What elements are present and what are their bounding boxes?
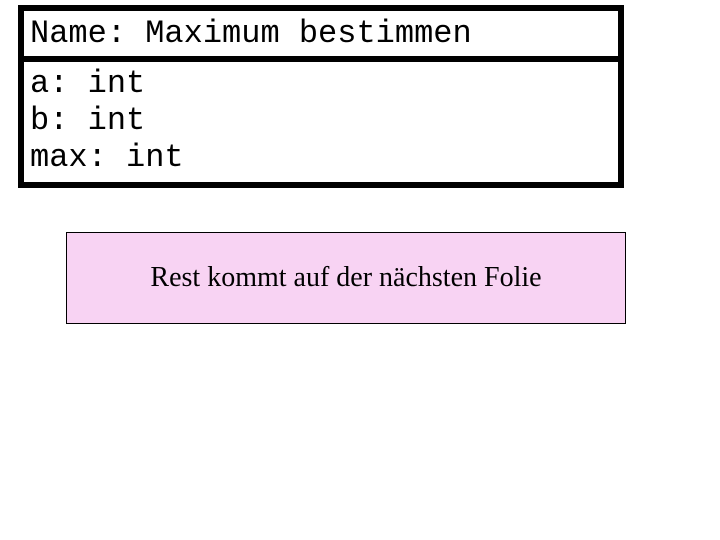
hint-box: Rest kommt auf der nächsten Folie — [66, 232, 626, 324]
var-line-max: max: int — [30, 140, 612, 177]
var-line-b: b: int — [30, 103, 612, 140]
definition-box: Name: Maximum bestimmen a: int b: int ma… — [18, 5, 624, 188]
definition-body: a: int b: int max: int — [24, 62, 618, 182]
definition-title: Name: Maximum bestimmen — [24, 11, 618, 62]
hint-text: Rest kommt auf der nächsten Folie — [150, 262, 541, 294]
var-line-a: a: int — [30, 66, 612, 103]
